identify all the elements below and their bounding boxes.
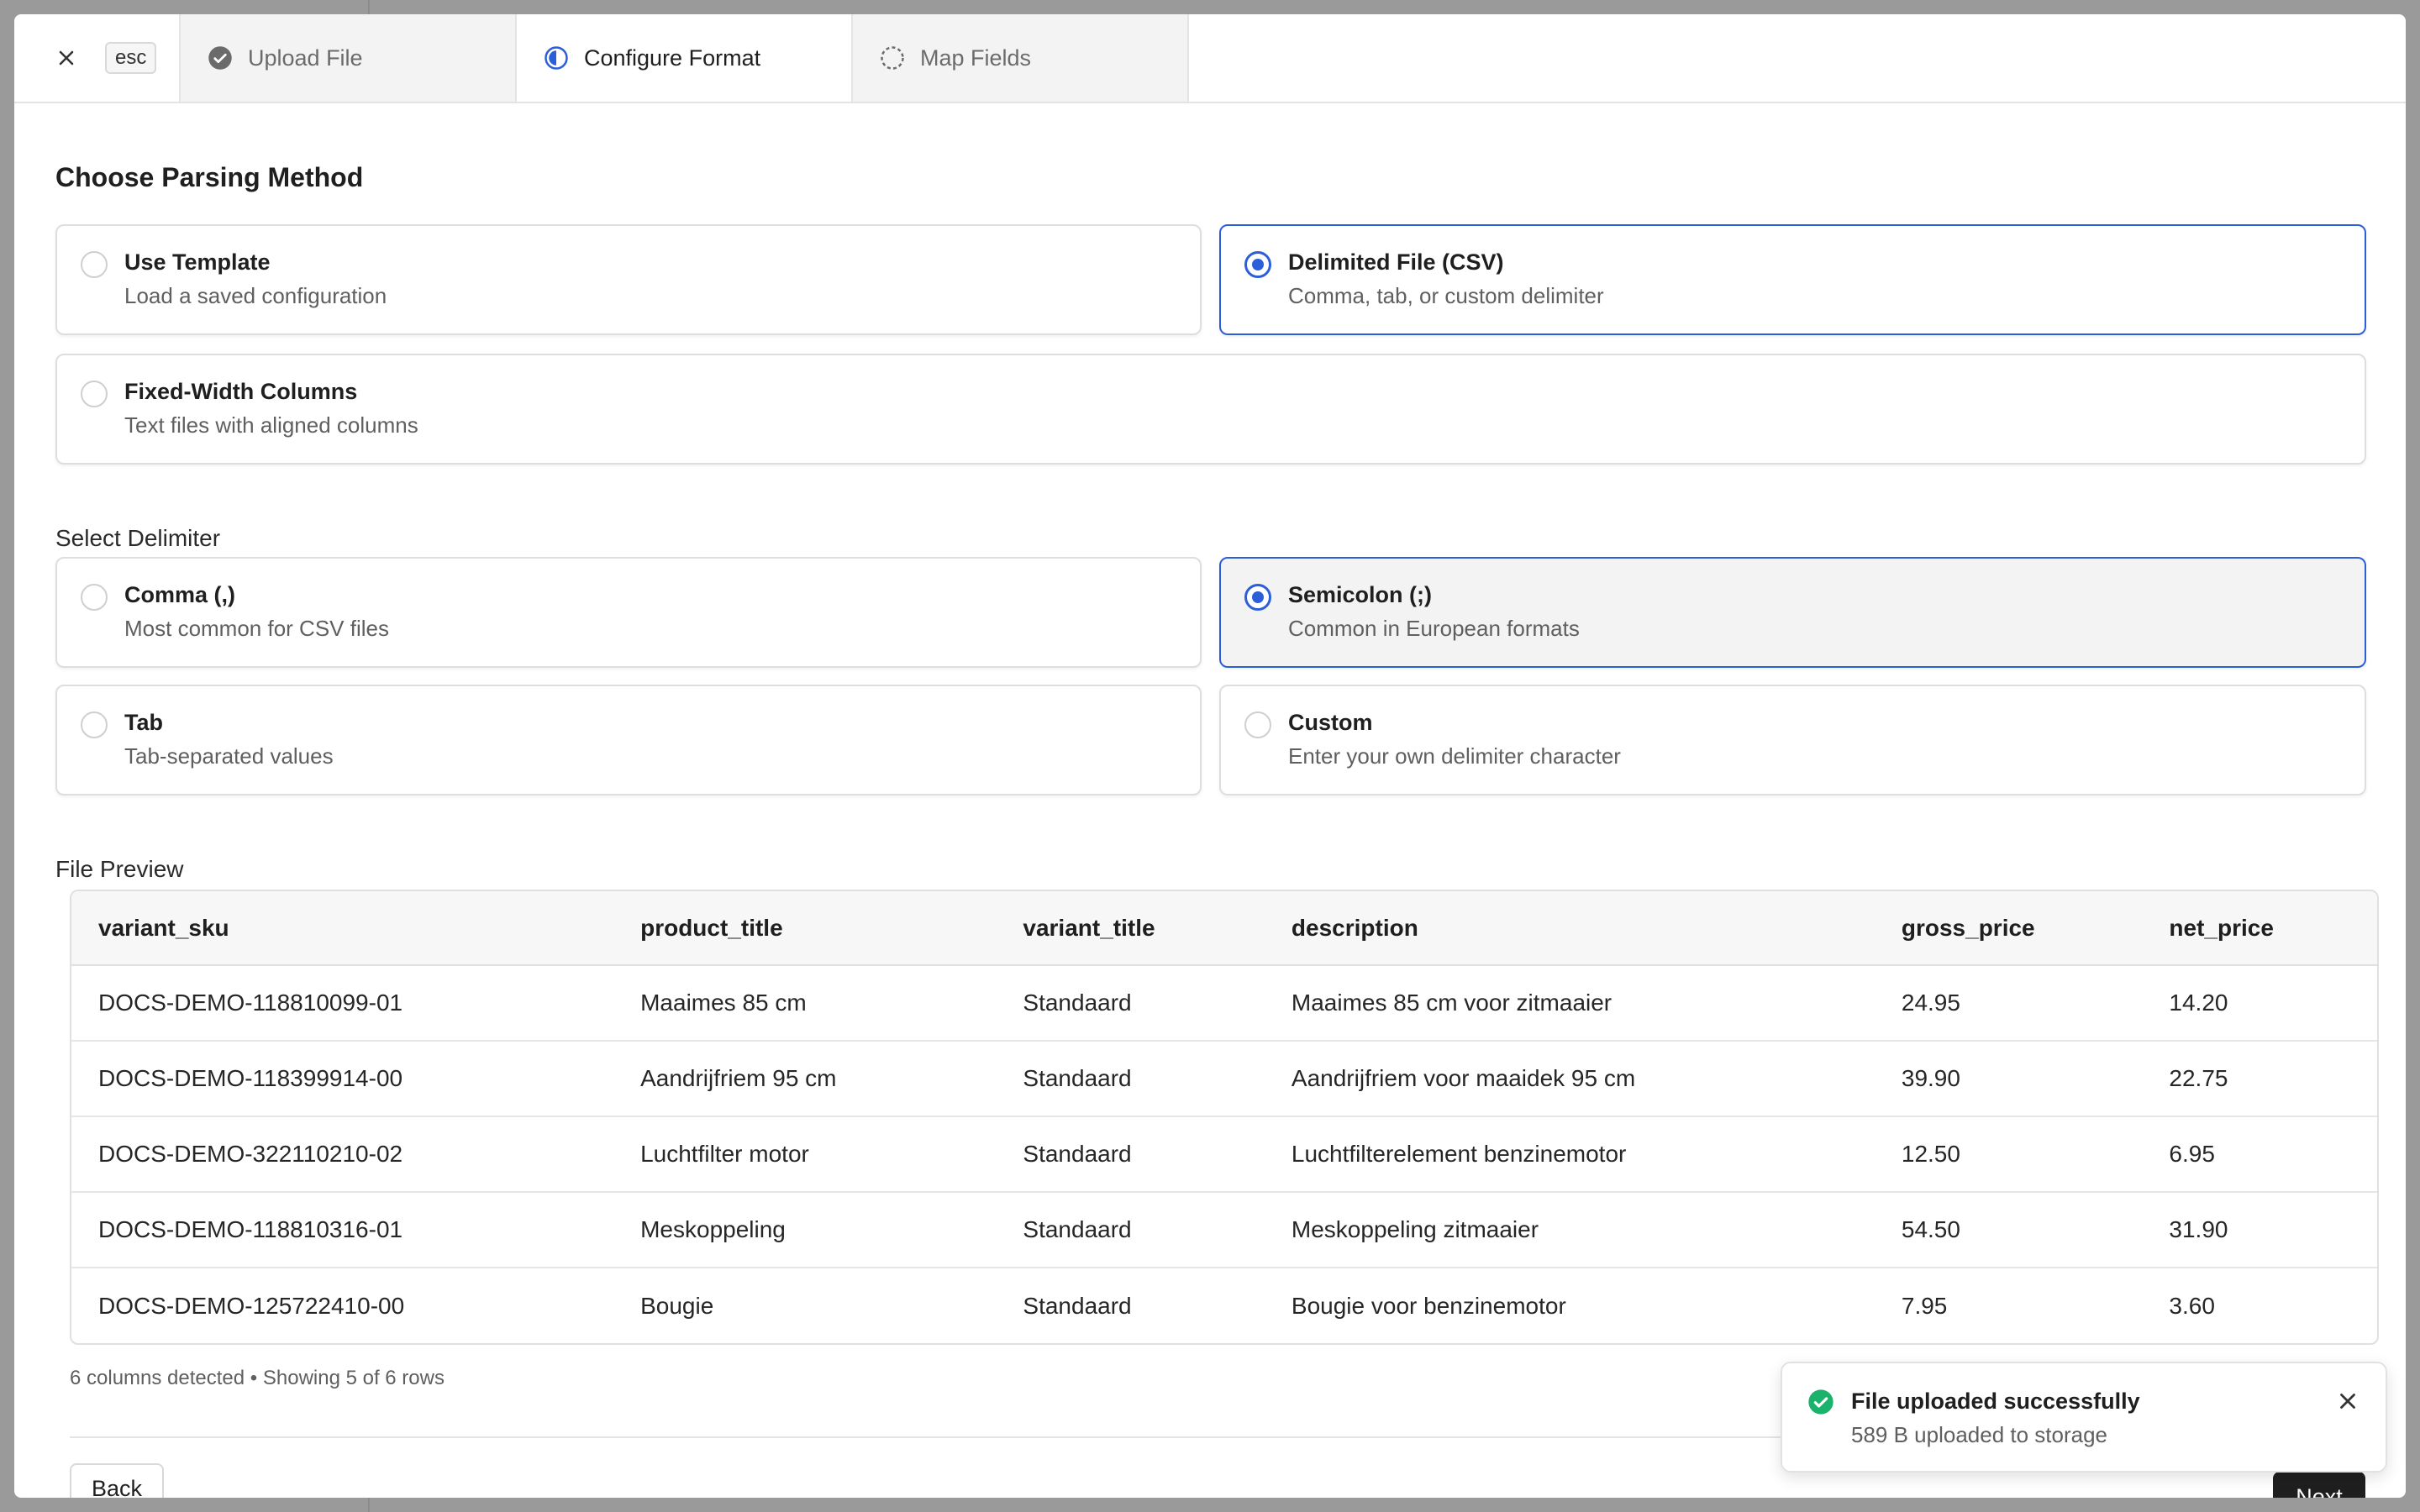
delimiter-label: Select Delimiter <box>55 525 221 551</box>
table-cell: 3.60 <box>2169 1292 2215 1319</box>
column-header: variant_sku <box>71 891 614 966</box>
close-button[interactable] <box>51 43 82 73</box>
close-icon <box>59 50 74 66</box>
option-fixed-width[interactable]: Fixed-Width Columns Text files with alig… <box>55 354 2366 465</box>
option-description: Most common for CSV files <box>124 616 389 641</box>
option-title: Delimited File (CSV) <box>1288 249 1504 275</box>
table-row: DOCS-DEMO-125722410-00 Bougie Standaard … <box>71 1268 2377 1343</box>
file-preview-label: File Preview <box>55 856 184 882</box>
close-zone: esc <box>14 14 181 102</box>
step-label: Upload File <box>248 45 363 71</box>
option-title: Custom <box>1288 710 1373 735</box>
table-row: DOCS-DEMO-118810316-01 Meskoppeling Stan… <box>71 1192 2377 1268</box>
column-header: product_title <box>613 891 997 966</box>
option-tab[interactable]: Tab Tab-separated values <box>55 685 1202 795</box>
table-cell: 6.95 <box>2142 1116 2377 1193</box>
toast-close-button[interactable] <box>2335 1389 2360 1414</box>
radio-button[interactable] <box>81 711 108 738</box>
table-cell: Bougie <box>640 1292 714 1319</box>
stepper-header: esc Upload File Configure Format Map Fie… <box>14 14 2406 103</box>
esc-shortcut-badge: esc <box>105 42 157 74</box>
file-preview-table: variant_sku product_title variant_title … <box>70 890 2379 1345</box>
option-title: Comma (,) <box>124 582 236 607</box>
column-header: net_price <box>2142 891 2377 966</box>
option-custom[interactable]: Custom Enter your own delimiter characte… <box>1219 685 2366 795</box>
option-title: Fixed-Width Columns <box>124 379 358 404</box>
radio-button-selected[interactable] <box>1244 584 1271 611</box>
table-cell: Luchtfilterelement benzinemotor <box>1264 1116 1875 1193</box>
table-cell: Standaard <box>996 1192 1265 1268</box>
toast-description: 589 B uploaded to storage <box>1851 1422 2108 1447</box>
radio-button[interactable] <box>81 584 108 611</box>
upload-success-toast: File uploaded successfully 589 B uploade… <box>1781 1362 2387 1473</box>
preview-summary: 6 columns detected • Showing 5 of 6 rows <box>70 1367 445 1389</box>
table-cell: DOCS-DEMO-118399914-00 <box>71 1041 614 1117</box>
option-description: Comma, tab, or custom delimiter <box>1288 283 1604 308</box>
table-cell: Meskoppeling <box>613 1192 997 1268</box>
radio-button[interactable] <box>81 251 108 278</box>
table-cell: Standaard <box>996 1041 1265 1117</box>
option-semicolon[interactable]: Semicolon (;) Common in European formats <box>1219 557 2366 668</box>
table-cell: Maaimes 85 cm voor zitmaaier <box>1264 965 1875 1042</box>
parsing-method-title: Choose Parsing Method <box>55 162 364 192</box>
close-icon <box>2340 1394 2355 1409</box>
step-configure-format[interactable]: Configure Format <box>517 14 853 102</box>
table-cell: Standaard <box>1023 1292 1132 1319</box>
table-cell: Aandrijfriem 95 cm <box>613 1041 997 1117</box>
table-cell: DOCS-DEMO-118810316-01 <box>71 1192 614 1268</box>
table-cell: 14.20 <box>2142 965 2377 1042</box>
table-cell: Standaard <box>996 1116 1265 1193</box>
step-label: Configure Format <box>584 45 761 71</box>
check-circle-icon <box>208 45 233 71</box>
radio-button[interactable] <box>81 381 108 407</box>
table-cell: 31.90 <box>2142 1192 2377 1268</box>
table-cell: 39.90 <box>1874 1041 2143 1117</box>
step-label: Map Fields <box>920 45 1032 71</box>
column-header: description <box>1264 891 1875 966</box>
option-description: Common in European formats <box>1288 616 1580 641</box>
import-modal: esc Upload File Configure Format Map Fie… <box>14 14 2406 1498</box>
half-circle-icon <box>544 45 569 71</box>
toast-title: File uploaded successfully <box>1851 1389 2140 1414</box>
table-cell: 12.50 <box>1874 1116 2143 1193</box>
radio-button-selected[interactable] <box>1244 251 1271 278</box>
table-row: DOCS-DEMO-322110210-02 Luchtfilter motor… <box>71 1116 2377 1193</box>
table-cell: 7.95 <box>1901 1292 1948 1319</box>
next-button[interactable]: Next <box>2273 1472 2365 1498</box>
radio-button[interactable] <box>1244 711 1271 738</box>
step-map-fields[interactable]: Map Fields <box>853 14 1189 102</box>
table-cell: Bougie voor benzinemotor <box>1291 1292 1566 1319</box>
option-description: Tab-separated values <box>124 743 334 769</box>
column-header: variant_title <box>996 891 1265 966</box>
table-cell: Meskoppeling zitmaaier <box>1264 1192 1875 1268</box>
check-circle-icon <box>1808 1389 1833 1415</box>
table-cell: DOCS-DEMO-118810099-01 <box>71 965 614 1042</box>
option-title: Tab <box>124 710 163 735</box>
option-delimited-file[interactable]: Delimited File (CSV) Comma, tab, or cust… <box>1219 224 2366 335</box>
table-cell: 24.95 <box>1874 965 2143 1042</box>
table-cell: DOCS-DEMO-322110210-02 <box>71 1116 614 1193</box>
option-description: Text files with aligned columns <box>124 412 418 438</box>
table-cell: Luchtfilter motor <box>613 1116 997 1193</box>
column-header: gross_price <box>1874 891 2143 966</box>
back-button[interactable]: Back <box>70 1463 164 1498</box>
dashed-circle-icon <box>880 45 905 71</box>
table-row: DOCS-DEMO-118810099-01 Maaimes 85 cm Sta… <box>71 965 2377 1042</box>
table-cell: Aandrijfriem voor maaidek 95 cm <box>1264 1041 1875 1117</box>
option-description: Load a saved configuration <box>124 283 387 308</box>
table-cell: 22.75 <box>2142 1041 2377 1117</box>
step-upload-file[interactable]: Upload File <box>181 14 517 102</box>
option-title: Use Template <box>124 249 271 275</box>
table-cell: DOCS-DEMO-125722410-00 <box>98 1292 405 1319</box>
table-cell: Maaimes 85 cm <box>613 965 997 1042</box>
table-cell: Standaard <box>996 965 1265 1042</box>
option-title: Semicolon (;) <box>1288 582 1433 607</box>
table-cell: 54.50 <box>1874 1192 2143 1268</box>
table-row: DOCS-DEMO-118399914-00 Aandrijfriem 95 c… <box>71 1041 2377 1117</box>
option-comma[interactable]: Comma (,) Most common for CSV files <box>55 557 1202 668</box>
option-description: Enter your own delimiter character <box>1288 743 1621 769</box>
option-use-template[interactable]: Use Template Load a saved configuration <box>55 224 1202 335</box>
table-header-row: variant_sku product_title variant_title … <box>71 891 2377 966</box>
